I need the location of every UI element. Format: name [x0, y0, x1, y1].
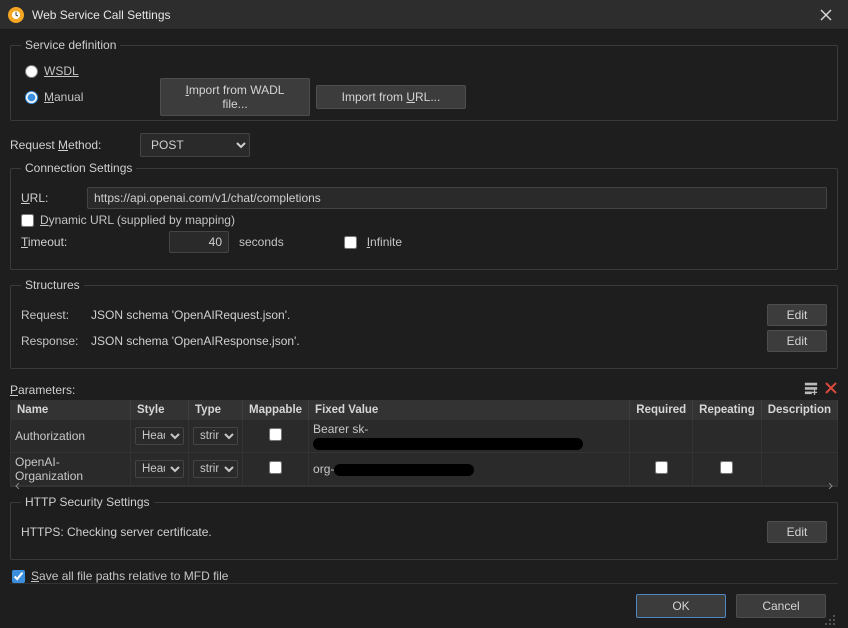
redacted-value: [313, 438, 583, 450]
clock-icon: [11, 10, 21, 20]
response-schema-label: Response:: [21, 334, 83, 348]
param-mappable-checkbox[interactable]: [269, 461, 282, 474]
service-definition-group: Service definition WSDL Manual Import fr…: [10, 38, 838, 121]
manual-label[interactable]: Manual: [44, 90, 154, 104]
redacted-value: [334, 464, 474, 476]
infinite-checkbox[interactable]: [344, 236, 357, 249]
connection-settings-legend: Connection Settings: [21, 161, 136, 175]
param-description-cell[interactable]: [761, 420, 837, 453]
request-schema-value: JSON schema 'OpenAIRequest.json'.: [91, 308, 759, 322]
timeout-unit: seconds: [239, 235, 284, 249]
timeout-label: Timeout:: [21, 235, 77, 249]
cancel-button[interactable]: Cancel: [736, 594, 826, 618]
window-title: Web Service Call Settings: [32, 8, 812, 22]
response-schema-value: JSON schema 'OpenAIResponse.json'.: [91, 334, 759, 348]
connection-settings-group: Connection Settings URL: Dynamic URL (su…: [10, 161, 838, 270]
dynamic-url-label[interactable]: Dynamic URL (supplied by mapping): [40, 213, 235, 227]
param-style-select[interactable]: Header: [135, 460, 184, 478]
edit-request-button[interactable]: Edit: [767, 304, 827, 326]
edit-http-security-button[interactable]: Edit: [767, 521, 827, 543]
col-name[interactable]: Name: [11, 401, 131, 420]
import-wadl-button[interactable]: Import from WADL file...: [160, 78, 310, 116]
param-fixed-value-cell[interactable]: org-: [309, 453, 630, 486]
delete-parameter-button[interactable]: [824, 381, 838, 398]
col-fixed-value[interactable]: Fixed Value: [309, 401, 630, 420]
chevron-left-icon: [15, 483, 21, 489]
col-repeating[interactable]: Repeating: [693, 401, 762, 420]
delete-icon: [824, 381, 838, 395]
http-security-group: HTTP Security Settings HTTPS: Checking s…: [10, 495, 838, 560]
app-icon: [8, 7, 24, 23]
insert-row-icon: [804, 381, 818, 395]
structures-group: Structures Request: JSON schema 'OpenAIR…: [10, 278, 838, 369]
url-label: URL:: [21, 191, 77, 205]
table-row[interactable]: Authorization Header string Bearer sk-: [11, 420, 838, 453]
save-relative-paths-checkbox[interactable]: [12, 570, 25, 583]
param-style-select[interactable]: Header: [135, 427, 184, 445]
col-type[interactable]: Type: [189, 401, 243, 420]
close-button[interactable]: [812, 4, 840, 26]
param-mappable-checkbox[interactable]: [269, 428, 282, 441]
service-definition-legend: Service definition: [21, 38, 120, 52]
structures-legend: Structures: [21, 278, 84, 292]
dynamic-url-checkbox[interactable]: [21, 214, 34, 227]
col-description[interactable]: Description: [761, 401, 837, 420]
request-method-select[interactable]: POST: [140, 133, 250, 157]
parameters-table-header: Name Style Type Mappable Fixed Value Req…: [11, 401, 838, 420]
titlebar: Web Service Call Settings: [0, 0, 848, 30]
infinite-label[interactable]: Infinite: [367, 235, 402, 249]
parameters-table: Name Style Type Mappable Fixed Value Req…: [10, 400, 838, 486]
dialog-content: Service definition WSDL Manual Import fr…: [0, 30, 848, 628]
url-input[interactable]: [87, 187, 827, 209]
param-name-cell[interactable]: Authorization: [11, 420, 131, 453]
save-relative-paths-label[interactable]: Save all file paths relative to MFD file: [31, 569, 228, 583]
param-fixed-value-cell[interactable]: Bearer sk-: [309, 420, 630, 453]
import-url-button[interactable]: Import from URL...: [316, 85, 466, 109]
param-required-cell[interactable]: [630, 420, 693, 453]
http-security-legend: HTTP Security Settings: [21, 495, 154, 509]
param-description-cell[interactable]: [761, 453, 837, 486]
param-type-select[interactable]: string: [193, 427, 238, 445]
table-horizontal-scrollbar[interactable]: [10, 486, 838, 487]
request-method-row: Request Method: POST: [10, 133, 838, 157]
wsdl-radio[interactable]: [25, 65, 38, 78]
request-method-label: Request Method:: [10, 138, 130, 152]
wsdl-label[interactable]: WSDL: [44, 64, 79, 78]
param-repeating-cell[interactable]: [693, 420, 762, 453]
param-repeating-checkbox[interactable]: [720, 461, 733, 474]
col-required[interactable]: Required: [630, 401, 693, 420]
param-required-checkbox[interactable]: [655, 461, 668, 474]
http-security-status: HTTPS: Checking server certificate.: [21, 525, 759, 539]
request-schema-label: Request:: [21, 308, 83, 322]
add-parameter-button[interactable]: [804, 381, 818, 398]
parameters-label: Parameters:: [10, 383, 804, 397]
parameters-header: Parameters:: [10, 381, 838, 398]
col-style[interactable]: Style: [131, 401, 189, 420]
edit-response-button[interactable]: Edit: [767, 330, 827, 352]
table-row[interactable]: OpenAI-Organization Header string org-: [11, 453, 838, 486]
chevron-right-icon: [827, 483, 833, 489]
timeout-input[interactable]: [169, 231, 229, 253]
resize-grip-icon[interactable]: [824, 614, 836, 626]
manual-radio[interactable]: [25, 91, 38, 104]
dialog-footer: OK Cancel: [10, 583, 838, 628]
param-name-cell[interactable]: OpenAI-Organization: [11, 453, 131, 486]
col-mappable[interactable]: Mappable: [243, 401, 309, 420]
param-type-select[interactable]: string: [193, 460, 238, 478]
close-icon: [820, 9, 832, 21]
ok-button[interactable]: OK: [636, 594, 726, 618]
